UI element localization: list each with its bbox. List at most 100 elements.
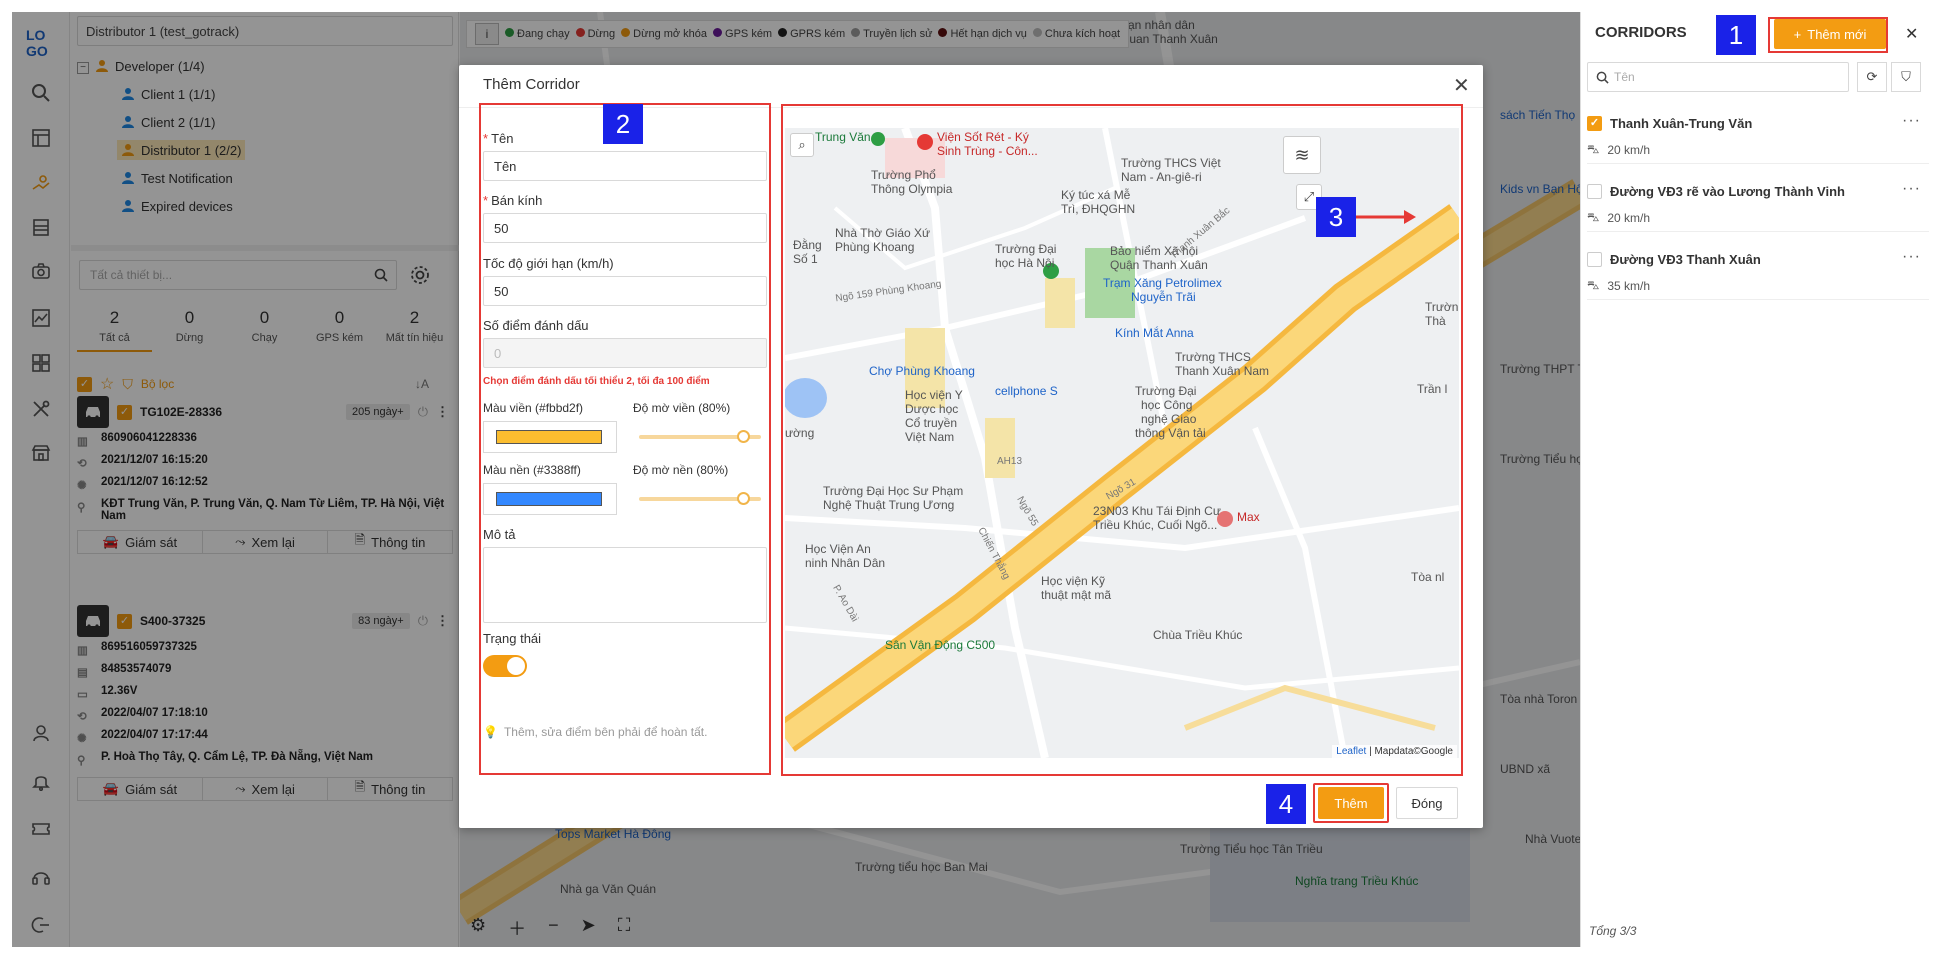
border-color-picker[interactable] [483, 421, 617, 453]
map-label: cellphone S [995, 384, 1058, 398]
map-label: Sân Vận Động C500 [885, 638, 996, 652]
map-label: Học Viện An [805, 542, 871, 556]
total-count: Tổng 3/3 [1589, 924, 1637, 938]
map-label: học Công [1141, 398, 1193, 412]
hint-text: 💡 Thêm, sửa điểm bên phải để hoàn tất. [483, 725, 708, 739]
points-label: Số điểm đánh dấu [483, 318, 589, 333]
corridor-checkbox[interactable] [1587, 184, 1602, 199]
status-label: Trạng thái [483, 631, 542, 646]
description-textarea[interactable] [483, 547, 767, 623]
car-icon: ⛍ [1587, 278, 1600, 292]
search-icon [1596, 71, 1609, 84]
map-label: Trần l [1417, 382, 1448, 396]
map-label: Max [1237, 510, 1260, 524]
description-label: Mô tả [483, 527, 516, 542]
close-button[interactable]: Đóng [1396, 787, 1458, 819]
corridor-item[interactable]: Đường VĐ3 rẽ vào Lương Thành Vinh ⛍ 20 km… [1587, 170, 1929, 232]
map-label: Quận Thanh Xuân [1110, 258, 1208, 272]
map-label: Thanh Xuân Nam [1175, 364, 1270, 378]
corridor-name: Đường VĐ3 rẽ vào Lương Thành Vinh [1610, 184, 1845, 199]
corridor-speed: 20 km/h [1607, 211, 1651, 225]
modal-backdrop [12, 12, 460, 947]
submit-button[interactable]: Thêm [1318, 787, 1384, 819]
map-label: Trường Đại [1135, 384, 1197, 398]
border-opacity-slider[interactable] [639, 430, 761, 443]
points-input: 0 [483, 338, 767, 368]
map-label: Nhà Thờ Giáo Xứ [835, 226, 931, 240]
corridor-speed: 20 km/h [1607, 143, 1651, 157]
map-label: ninh Nhân Dân [805, 556, 886, 570]
map-label: Số 1 [793, 252, 818, 266]
refresh-icon[interactable]: ⟳ [1857, 62, 1887, 92]
slider-handle[interactable] [737, 430, 750, 443]
map-label: 23N03 Khu Tái Định Cư [1093, 504, 1221, 518]
radius-input[interactable]: 50 [483, 213, 767, 243]
map-label: thông Vận tải [1135, 426, 1206, 440]
fill-opacity-slider[interactable] [639, 492, 761, 505]
more-icon[interactable]: ··· [1902, 248, 1921, 266]
map-label: Trường Đại [995, 242, 1057, 256]
points-error: Chọn điểm đánh dấu tối thiểu 2, tối đa 1… [483, 376, 710, 387]
map-label: Học viện Kỹ [1041, 574, 1106, 588]
map-attribution: Leaflet | Mapdata©Google [1332, 745, 1457, 758]
step-badge-3: 3 [1316, 197, 1356, 237]
corridor-speed: 35 km/h [1607, 279, 1651, 293]
fill-color-picker[interactable] [483, 483, 617, 515]
fill-opacity-label: Độ mờ nền (80%) [633, 463, 729, 477]
dialog-title: Thêm Corridor [483, 76, 580, 93]
slider-handle[interactable] [737, 492, 750, 505]
more-icon[interactable]: ··· [1902, 112, 1921, 130]
map-label: Trung Văn [815, 130, 871, 144]
filter-icon[interactable]: ⛉ [1891, 62, 1921, 92]
map-label: Học viện Y [905, 388, 963, 402]
map-label: Trường THCS [1175, 350, 1251, 364]
map-label: Trường Phổ [871, 168, 936, 182]
add-button-highlight [1768, 17, 1888, 53]
map-label: Chùa Triều Khúc [1153, 628, 1243, 642]
close-icon[interactable]: ✕ [1453, 73, 1470, 98]
leaflet-link[interactable]: Leaflet [1336, 746, 1366, 757]
step-badge-2: 2 [603, 104, 643, 144]
map-search-icon[interactable]: ⌕ [790, 133, 814, 157]
name-label: * Tên [483, 131, 514, 146]
map-label: Trường Đại Học Sư Phạm [823, 484, 964, 498]
map-label: thuật mật mã [1041, 588, 1112, 602]
map-label: Chợ Phùng Khoang [869, 364, 975, 378]
radius-label: * Bán kính [483, 193, 543, 208]
map-label: Tòa nl [1411, 570, 1445, 584]
map-label: Trường THCS Việt [1121, 156, 1221, 170]
map-label: Phùng Khoang [835, 240, 915, 254]
status-toggle[interactable] [483, 655, 527, 677]
map-label: AH13 [997, 456, 1023, 467]
corridor-item[interactable]: ✓ Thanh Xuân-Trung Văn ⛍ 20 km/h ··· [1587, 102, 1929, 164]
map-label: Thông Olympia [871, 182, 953, 196]
toggle-knob [507, 657, 525, 675]
corridor-item[interactable]: Đường VĐ3 Thanh Xuân ⛍ 35 km/h ··· [1587, 238, 1929, 300]
fill-color-label: Màu nền (#3388ff) [483, 463, 581, 477]
speed-limit-input[interactable]: 50 [483, 276, 767, 306]
close-icon[interactable]: ✕ [1905, 24, 1918, 44]
map-label: Việt Nam [905, 430, 955, 444]
map-label: Ký túc xá Mễ [1061, 188, 1131, 202]
name-input[interactable]: Tên [483, 151, 767, 181]
attribution-text: | Mapdata©Google [1366, 746, 1453, 757]
map-label: Nghệ Thuật Trung Ương [823, 498, 955, 512]
border-color-label: Màu viền (#fbbd2f) [483, 401, 584, 415]
map-label: Nam - An-giê-ri [1121, 170, 1202, 184]
more-icon[interactable]: ··· [1902, 180, 1921, 198]
map-label: Thà [1425, 314, 1446, 328]
map-label: Sinh Trùng - Côn... [937, 144, 1038, 158]
map-label: Đằng [793, 238, 822, 252]
corridor-name: Thanh Xuân-Trung Văn [1610, 116, 1753, 131]
map-label: Kính Mắt Anna [1115, 326, 1194, 340]
map-label: Viện Sốt Rét - Ký [937, 130, 1029, 144]
fill-color-swatch [496, 492, 602, 506]
map-label: học Hà Nội [995, 256, 1055, 270]
corridor-checkbox[interactable] [1587, 252, 1602, 267]
corridor-search-input[interactable]: Tên [1587, 62, 1849, 92]
lightbulb-icon: 💡 [483, 725, 498, 739]
corridor-checkbox[interactable]: ✓ [1587, 116, 1602, 131]
layers-icon[interactable]: ≋ [1283, 136, 1321, 174]
search-placeholder: Tên [1614, 70, 1635, 84]
map-label: Dược học [905, 402, 959, 416]
